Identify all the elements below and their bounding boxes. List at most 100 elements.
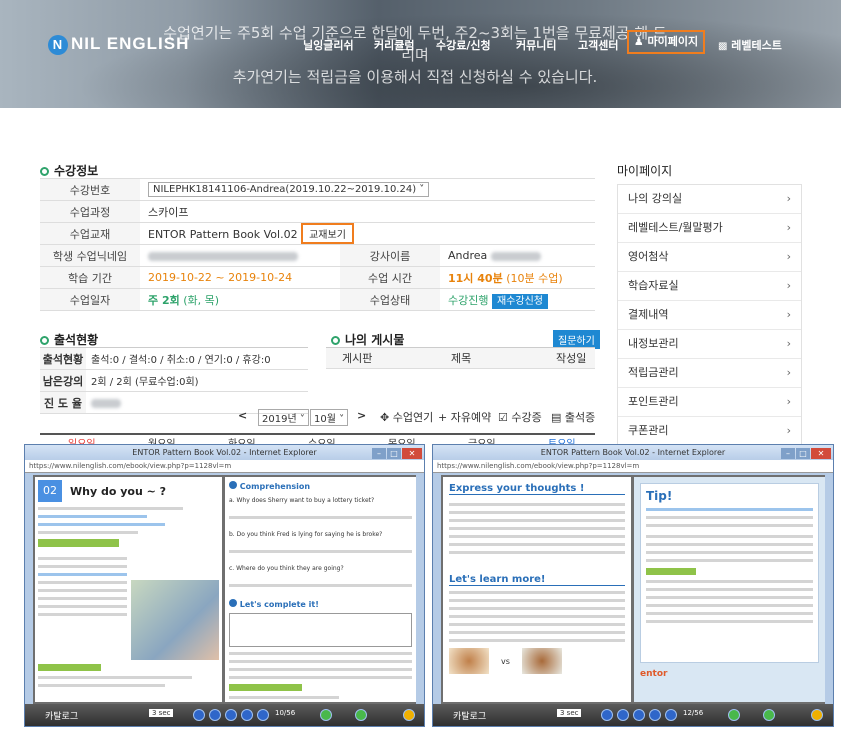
nickname-label: 학생 수업닉네임 <box>40 244 140 267</box>
table-row: 수강번호 NILEPHK18141106-Andrea(2019.10.22~2… <box>40 178 595 201</box>
course-label: 수업과정 <box>40 200 140 223</box>
prev-month-button[interactable]: < <box>238 409 247 422</box>
prev-page-icon[interactable] <box>225 709 237 721</box>
ebook-page-left[interactable]: 02 Why do you ~ ? <box>35 477 222 702</box>
first-page-icon[interactable] <box>209 709 221 721</box>
textbook-value: ENTOR Pattern Book Vol.02 <box>148 228 298 241</box>
ebook-popup-left: ENTOR Pattern Book Vol.02 - Internet Exp… <box>24 444 425 727</box>
address-bar[interactable]: https://www.nilenglish.com/ebook/view.ph… <box>25 460 424 473</box>
chevron-right-icon: › <box>786 424 791 437</box>
tip-box: Tip! <box>640 483 819 663</box>
address-bar[interactable]: https://www.nilenglish.com/ebook/view.ph… <box>433 460 833 473</box>
mypage-button[interactable]: ♟ 마이페이지 <box>627 30 705 54</box>
sidebar-item[interactable]: 나의 강의실 › <box>618 185 801 214</box>
minimize-icon[interactable]: – <box>372 448 386 459</box>
prev-page-icon[interactable] <box>633 709 645 721</box>
chevron-right-icon: › <box>786 221 791 234</box>
reapply-button[interactable]: 재수강신청 <box>491 293 548 309</box>
col-board: 게시판 <box>342 352 373 365</box>
sidebar-item[interactable]: 적립금관리 › <box>618 359 801 388</box>
last-page-icon[interactable] <box>257 709 269 721</box>
sidebar-item[interactable]: 영어첨삭 › <box>618 243 801 272</box>
table-row: 학생 수업닉네임 강사이름 Andrea <box>40 244 595 267</box>
chevron-right-icon: › <box>786 192 791 205</box>
sidebar-item[interactable]: 결제내역 › <box>618 301 801 330</box>
sidebar-item[interactable]: 레벨테스트/월말평가 › <box>618 214 801 243</box>
learn-more-heading: Let's learn more! <box>449 574 625 586</box>
table-row: 학습 기간 2019-10-22 ~ 2019-10-24 수업 시간 11시 … <box>40 266 595 289</box>
move-icon: ✥ <box>380 411 390 424</box>
section-bullet-icon <box>331 336 340 345</box>
level-test-label: 레벨테스트 <box>731 39 782 52</box>
ebook-controls: 카탈로그 3 sec 12/56 <box>433 704 833 726</box>
month-select[interactable]: 10월 ˅ <box>310 409 349 426</box>
go-page-icon[interactable] <box>320 709 332 721</box>
maximize-icon[interactable]: □ <box>387 448 401 459</box>
attendance-cert-button[interactable]: ▤ 출석증 <box>551 409 595 425</box>
postpone-button[interactable]: ✥ 수업연기 <box>380 409 433 425</box>
close-viewer-icon[interactable] <box>811 709 823 721</box>
chevron-down-icon: ˅ <box>299 414 305 425</box>
time-label: 수업 시간 <box>340 266 440 289</box>
attendance-table: 출석현황 출석:0 / 결석:0 / 취소:0 / 연기:0 / 휴강:0 남은… <box>40 347 308 414</box>
board-title: 나의 게시물 <box>331 331 404 348</box>
speed-select[interactable]: 3 sec <box>557 709 582 717</box>
close-icon[interactable]: ✕ <box>402 448 422 459</box>
chevron-right-icon: › <box>786 337 791 350</box>
view-textbook-button[interactable]: 교재보기 <box>301 223 354 244</box>
comprehension-heading: Comprehension <box>229 481 412 491</box>
sidebar-item[interactable]: 학습자료실 › <box>618 272 801 301</box>
course-code-cell: NILEPHK18141106-Andrea(2019.10.22~2019.1… <box>140 178 595 201</box>
catalog-button[interactable]: 카탈로그 <box>45 709 78 722</box>
first-page-icon[interactable] <box>617 709 629 721</box>
zoom-icon[interactable] <box>763 709 775 721</box>
nav-community[interactable]: 커뮤니티 <box>516 37 556 53</box>
nav-customer-center[interactable]: 고객센터 <box>578 37 618 53</box>
plus-icon: + <box>438 411 448 424</box>
sidebar-item[interactable]: 쿠폰관리 › <box>618 417 801 446</box>
chevron-down-icon: ˅ <box>339 414 345 425</box>
free-booking-button[interactable]: + 자유예약 <box>438 409 491 425</box>
zoom-icon[interactable] <box>355 709 367 721</box>
go-page-icon[interactable] <box>728 709 740 721</box>
nav-level-test[interactable]: ▩ 레벨테스트 <box>718 37 782 53</box>
teacher-label: 강사이름 <box>340 244 440 267</box>
question-2: b. Do you think Fred is lying for saying… <box>229 531 383 538</box>
next-page-icon[interactable] <box>649 709 661 721</box>
close-viewer-icon[interactable] <box>403 709 415 721</box>
certificate-button[interactable]: ☑ 수강증 <box>498 409 542 425</box>
next-month-button[interactable]: > <box>357 409 366 422</box>
chevron-right-icon: › <box>786 308 791 321</box>
nav-nilenglish[interactable]: 닐잉글리쉬 <box>303 37 354 53</box>
time-note: (10분 수업) <box>506 271 563 285</box>
ebook-page-right[interactable]: Tip! entor <box>634 477 825 702</box>
status-value: 수강진행 <box>448 293 489 307</box>
play-icon[interactable] <box>601 709 613 721</box>
ebook-page-left[interactable]: Express your thoughts ! Let's learn more… <box>443 477 631 702</box>
teacher-value: Andrea <box>448 249 488 262</box>
last-page-icon[interactable] <box>665 709 677 721</box>
sidebar-item[interactable]: 내정보관리 › <box>618 330 801 359</box>
maximize-icon[interactable]: □ <box>796 448 810 459</box>
page-indicator: 12/56 <box>683 709 704 717</box>
close-icon[interactable]: ✕ <box>811 448 831 459</box>
nav-tuition[interactable]: 수강료/신청 <box>436 37 491 53</box>
bar-chart-icon: ▩ <box>718 41 728 52</box>
next-page-icon[interactable] <box>241 709 253 721</box>
popup-title: ENTOR Pattern Book Vol.02 - Internet Exp… <box>540 448 726 457</box>
speed-select[interactable]: 3 sec <box>149 709 174 717</box>
table-row: 출석현황 출석:0 / 결석:0 / 취소:0 / 연기:0 / 휴강:0 <box>40 347 308 370</box>
year-select[interactable]: 2019년 ˅ <box>258 409 309 426</box>
ebook-page-right[interactable]: Comprehension a. Why does Sherry want to… <box>225 477 416 702</box>
number-icon <box>229 481 237 489</box>
table-row: 수업과정 스카이프 <box>40 200 595 223</box>
chevron-down-icon: ˅ <box>419 184 425 195</box>
sidebar-item[interactable]: 포인트관리 › <box>618 388 801 417</box>
course-code-select[interactable]: NILEPHK18141106-Andrea(2019.10.22~2019.1… <box>148 182 430 197</box>
minimize-icon[interactable]: – <box>781 448 795 459</box>
ebook-spread: Express your thoughts ! Let's learn more… <box>441 475 825 704</box>
nav-curriculum[interactable]: 커리큘럼 <box>374 37 414 53</box>
play-icon[interactable] <box>193 709 205 721</box>
catalog-button[interactable]: 카탈로그 <box>453 709 486 722</box>
brand-label: entor <box>640 669 668 679</box>
